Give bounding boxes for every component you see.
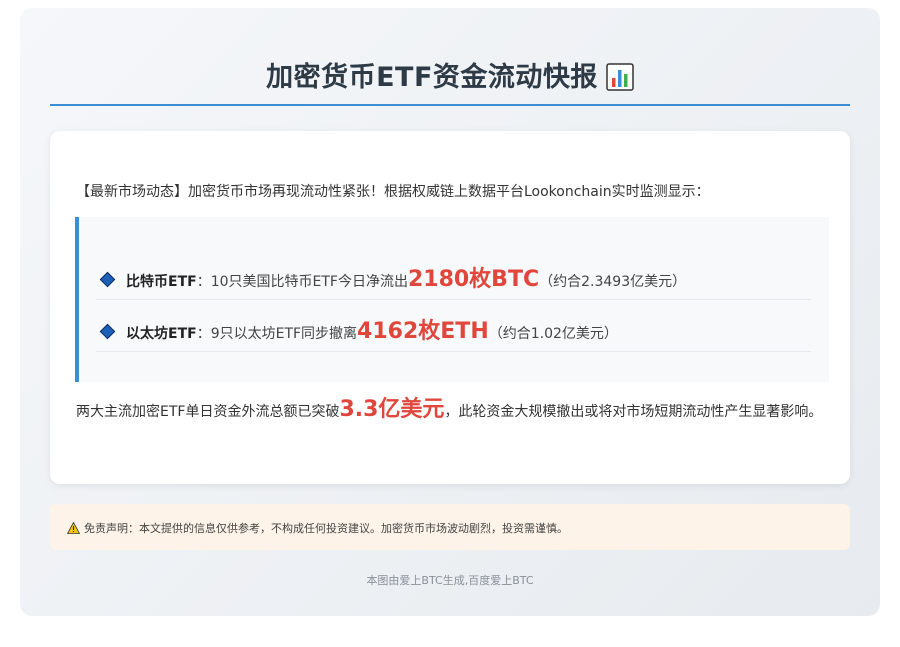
summary-highlight: 3.3亿美元 xyxy=(339,397,445,422)
news-panel: 【最新市场动态】加密货币市场再现流动性紧张！根据权威链上数据平台Lookonch… xyxy=(50,131,850,484)
report-card: 加密货币ETF资金流动快报 【最新市场动态】加密货币市场再现流动性紧张！根据权威… xyxy=(20,8,880,616)
item-separator: ： xyxy=(196,274,211,290)
list-item: 以太坊ETF：9只以太坊ETF同步撤离4162枚ETH（约合1.02亿美元） xyxy=(96,300,811,352)
item-text: 9只以太坊ETF同步撤离 xyxy=(210,326,358,342)
summary-before: 两大主流加密ETF单日资金外流总额已突破 xyxy=(76,404,340,420)
title-bar: 加密货币ETF资金流动快报 xyxy=(50,58,850,106)
warning-icon xyxy=(67,522,80,534)
summary-text: 两大主流加密ETF单日资金外流总额已突破3.3亿美元，此轮资金大规模撤出或将对市… xyxy=(76,397,826,425)
item-highlight: 2180枚BTC xyxy=(407,267,540,292)
item-note: （约合1.02亿美元） xyxy=(488,326,618,342)
list-item: 比特币ETF：10只美国比特币ETF今日净流出2180枚BTC（约合2.3493… xyxy=(96,248,811,300)
page-title: 加密货币ETF资金流动快报 xyxy=(266,62,598,93)
etf-flow-list: 比特币ETF：10只美国比特币ETF今日净流出2180枚BTC（约合2.3493… xyxy=(75,217,829,382)
item-label: 以太坊ETF xyxy=(126,326,197,342)
footer-credit: 本图由爱上BTC生成,百度爱上BTC xyxy=(366,574,534,587)
diamond-bullet-icon xyxy=(99,271,116,288)
item-text: 10只美国比特币ETF今日净流出 xyxy=(210,274,408,290)
item-separator: ： xyxy=(196,326,211,342)
bar-chart-icon xyxy=(606,63,634,91)
summary-after: ，此轮资金大规模撤出或将对市场短期流动性产生显著影响。 xyxy=(444,404,823,420)
item-note: （约合2.3493亿美元） xyxy=(539,274,687,290)
item-label: 比特币ETF xyxy=(126,274,197,290)
diamond-bullet-icon xyxy=(99,323,116,340)
intro-text: 【最新市场动态】加密货币市场再现流动性紧张！根据权威链上数据平台Lookonch… xyxy=(76,184,710,200)
disclaimer-box: 免责声明：本文提供的信息仅供参考，不构成任何投资建议。加密货币市场波动剧烈，投资… xyxy=(50,504,850,550)
item-highlight: 4162枚ETH xyxy=(357,319,489,344)
disclaimer-text: 免责声明：本文提供的信息仅供参考，不构成任何投资建议。加密货币市场波动剧烈，投资… xyxy=(84,522,568,535)
